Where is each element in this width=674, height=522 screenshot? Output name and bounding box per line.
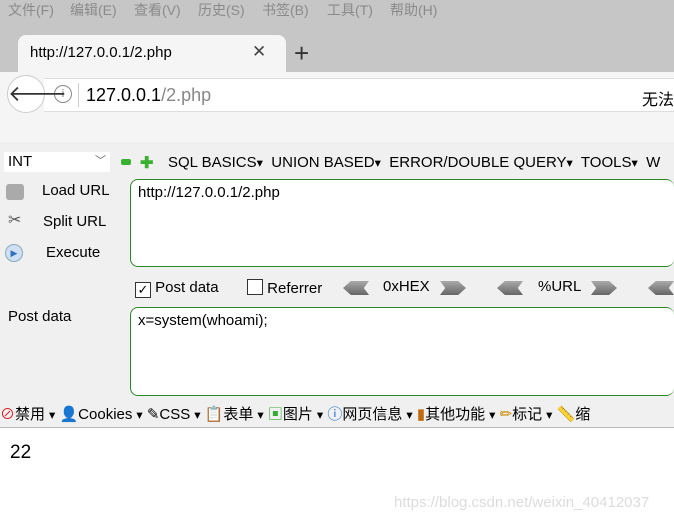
post-data-textarea[interactable]: x=system(whoami); [130,307,674,396]
address-bar[interactable]: i 127.0.0.1/2.php 无法 [44,78,674,112]
menu-tools-hackbar[interactable]: TOOLS [581,154,632,171]
new-tab-icon[interactable]: + [294,38,309,69]
menu-help[interactable]: 帮助(H) [390,0,437,20]
toolbar-forms[interactable]: 表单 [223,406,253,423]
split-url-button[interactable]: Split URL [43,213,106,230]
disable-icon: ⊘ [0,406,16,423]
plus-icon[interactable]: ✚ [140,153,153,173]
cookies-icon: 👤 [59,406,79,423]
referrer-checkbox[interactable] [247,279,263,295]
post-data-checkbox[interactable]: ✓ [135,282,151,298]
close-icon[interactable]: ✕ [252,42,266,62]
menu-history[interactable]: 历史(S) [198,0,245,20]
toolbar-images[interactable]: 图片 [283,406,313,423]
hex-label: 0xHEX [383,278,430,295]
toolbar-misc[interactable]: 其他功能 [425,406,485,423]
toolbar-cookies[interactable]: Cookies [78,406,132,423]
browser-tab[interactable]: http://127.0.0.1/2.php ✕ [18,35,286,72]
toolbar-resize[interactable]: 缩 [575,406,590,423]
menu-tools[interactable]: 工具(T) [327,0,373,20]
load-url-button[interactable]: Load URL [42,182,110,199]
toolbar-css[interactable]: CSS [159,406,190,423]
execute-button[interactable]: Execute [46,244,100,261]
menu-edit[interactable]: 编辑(E) [70,0,117,20]
menu-bookmarks[interactable]: 书签(B) [262,0,309,20]
toolbar-disable[interactable]: 禁用 [15,406,45,423]
type-select-value: INT [8,153,33,170]
menu-file[interactable]: 文件(F) [8,0,54,20]
tab-title: http://127.0.0.1/2.php [30,44,172,61]
images-icon: ▣ [267,406,283,423]
menu-sql-basics[interactable]: SQL BASICS [168,154,257,171]
type-select[interactable]: INT ﹀ [4,152,110,172]
url-host: 127.0.0.1 [86,85,162,105]
ruler-icon: 📏 [556,406,576,423]
page-output: 22 [10,442,32,463]
back-button[interactable]: 🡐 [7,75,67,113]
page-status-text: 无法 [642,92,674,109]
misc-icon: ▮ [416,406,426,423]
toolbar-page-info[interactable]: 网页信息 [342,406,402,423]
watermark: https://blog.csdn.net/weixin_40412037 [394,494,650,511]
chevron-down-icon: ﹀ [95,155,106,167]
referrer-checkbox-label: Referrer [267,280,323,297]
menu-view[interactable]: 查看(V) [134,0,181,20]
info-icon: ⓘ [327,406,343,423]
menu-union-based[interactable]: UNION BASED [271,154,374,171]
execute-icon: ▶ [5,244,23,262]
load-url-icon [6,184,24,200]
scissors-icon: ✂ [8,212,22,229]
forms-icon: 📋 [204,406,224,423]
toolbar-outline[interactable]: 标记 [512,406,542,423]
post-data-checkbox-label: Post data [155,279,219,296]
url-path: /2.php [161,85,212,105]
pencil-icon: ✏ [499,406,513,423]
post-data-label: Post data [8,308,72,325]
web-developer-toolbar: ⊘禁用 ▾ 👤Cookies ▾ ✎CSS ▾ 📋表单 ▾ ▣图片 ▾ ⓘ网页信息 ▾ ▮其… [0,398,674,428]
css-icon: ✎ [146,406,160,423]
menu-error-double-query[interactable]: ERROR/DOUBLE QUERY [389,154,566,171]
back-arrow-icon: 🡐 [8,81,67,106]
url-textarea[interactable]: http://127.0.0.1/2.php [130,179,674,267]
minus-icon[interactable] [121,159,131,165]
url-encode-label: %URL [538,278,582,295]
menu-more[interactable]: W [646,154,660,171]
